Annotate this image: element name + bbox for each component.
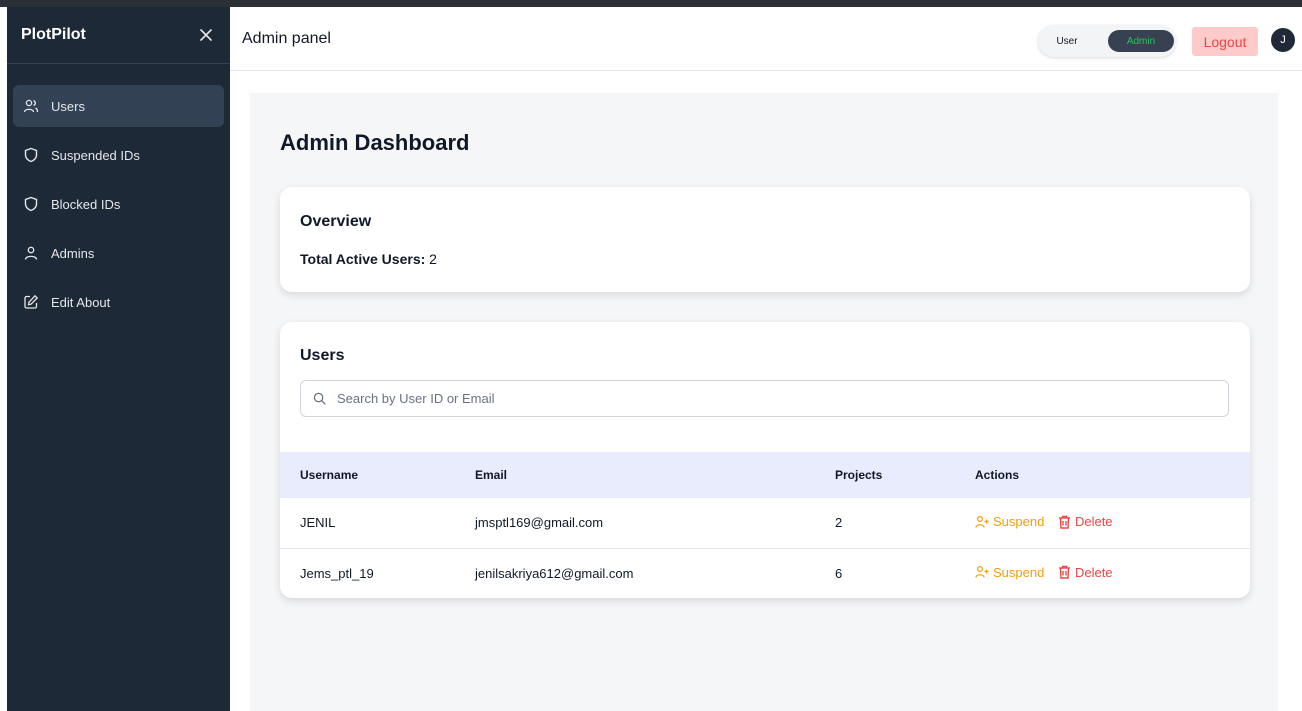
cell-email: jenilsakriya612@gmail.com: [475, 565, 634, 581]
cell-projects: 2: [835, 515, 843, 531]
sidebar-item-blocked-ids[interactable]: Blocked IDs: [13, 183, 224, 225]
users-title: Users: [300, 347, 345, 364]
close-sidebar-button[interactable]: [196, 25, 216, 45]
suspend-button[interactable]: Suspend: [975, 565, 1044, 580]
column-header-projects: Projects: [835, 468, 883, 482]
delete-button[interactable]: Delete: [1058, 514, 1113, 529]
user-plus-icon: [975, 515, 989, 528]
avatar[interactable]: J: [1271, 28, 1295, 52]
cell-projects: 6: [835, 565, 843, 581]
sidebar-item-label: Blocked IDs: [51, 196, 121, 212]
page-header-title: Admin panel: [242, 29, 331, 47]
suspend-button[interactable]: Suspend: [975, 514, 1044, 529]
close-icon: [200, 29, 212, 41]
topbar: Admin panel User Admin Logout J: [230, 7, 1302, 71]
user-icon: [23, 245, 39, 261]
sidebar-item-label: Users: [51, 98, 85, 114]
delete-label: Delete: [1074, 514, 1113, 529]
stat-value: 2: [429, 251, 437, 267]
column-header-email: Email: [475, 468, 508, 482]
suspend-label: Suspend: [993, 564, 1045, 580]
table-header-row: Username Email Projects Actions: [280, 452, 1250, 498]
users-card: Users Username Email Projects Actions JE…: [280, 322, 1250, 598]
users-icon: [23, 98, 39, 114]
column-header-username: Username: [300, 468, 359, 482]
delete-label: Delete: [1074, 564, 1113, 580]
cell-actions: Suspend Delete: [975, 498, 1250, 548]
sidebar-item-admins[interactable]: Admins: [13, 232, 224, 274]
sidebar: PlotPilot Users Suspended IDs Blocked ID…: [7, 7, 230, 711]
sidebar-header: PlotPilot: [7, 7, 230, 64]
cell-username: JENIL: [300, 515, 336, 531]
sidebar-item-label: Edit About: [51, 294, 111, 310]
cell-actions: Suspend Delete: [975, 548, 1250, 598]
table-row: JENIL jmsptl169@gmail.com 2 Suspend Dele…: [280, 498, 1250, 548]
total-active-users: Total Active Users: 2: [300, 251, 437, 267]
column-header-actions: Actions: [975, 468, 1020, 482]
shield-icon: [23, 196, 39, 212]
toggle-admin-option[interactable]: Admin: [1108, 30, 1174, 52]
sidebar-item-label: Suspended IDs: [51, 147, 140, 163]
edit-icon: [23, 294, 39, 310]
trash-icon: [1058, 565, 1070, 579]
sidebar-item-edit-about[interactable]: Edit About: [13, 281, 224, 323]
search-icon: [313, 392, 327, 406]
overview-title: Overview: [300, 213, 372, 230]
brand-logo-text: PlotPilot: [21, 26, 86, 43]
users-table: Username Email Projects Actions JENIL jm…: [280, 452, 1250, 598]
window-left-edge: [0, 7, 7, 711]
user-plus-icon: [975, 565, 989, 578]
cell-email: jmsptl169@gmail.com: [475, 515, 604, 531]
trash-icon: [1058, 515, 1070, 529]
suspend-label: Suspend: [993, 514, 1045, 529]
search-input[interactable]: [337, 391, 1217, 406]
sidebar-item-users[interactable]: Users: [13, 85, 224, 127]
page-title: Admin Dashboard: [280, 130, 470, 155]
toggle-user-option[interactable]: User: [1038, 36, 1096, 47]
overview-card: Overview Total Active Users: 2: [280, 187, 1250, 292]
sidebar-item-label: Admins: [51, 245, 95, 261]
logout-button[interactable]: Logout: [1192, 27, 1258, 56]
table-row: Jems_ptl_19 jenilsakriya612@gmail.com 6 …: [280, 548, 1250, 598]
search-box: [300, 380, 1229, 417]
role-toggle[interactable]: User Admin: [1038, 25, 1176, 57]
sidebar-item-suspended-ids[interactable]: Suspended IDs: [13, 134, 224, 176]
delete-button[interactable]: Delete: [1058, 565, 1113, 580]
cell-username: Jems_ptl_19: [300, 565, 374, 581]
window-top-strip: [0, 0, 1302, 7]
shield-icon: [23, 147, 39, 163]
stat-label: Total Active Users:: [300, 251, 426, 267]
sidebar-nav: Users Suspended IDs Blocked IDs Admins E…: [7, 64, 230, 323]
